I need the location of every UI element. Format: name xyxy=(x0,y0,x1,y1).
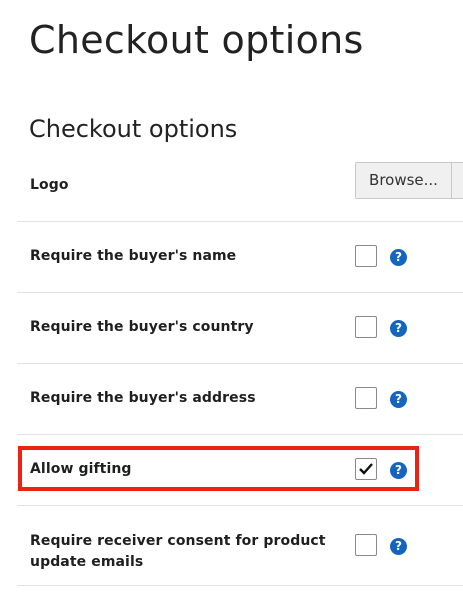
checkmark-icon xyxy=(359,463,373,475)
option-label: Allow gifting xyxy=(30,461,132,477)
page-title: Checkout options xyxy=(29,18,364,62)
help-icon[interactable]: ? xyxy=(390,249,407,266)
option-row-require-name: Require the buyer's name ? xyxy=(17,222,463,293)
option-label: Require the buyer's address xyxy=(30,390,256,406)
logo-row: Logo Browse... xyxy=(17,152,463,222)
section-title: Checkout options xyxy=(29,115,238,143)
help-icon[interactable]: ? xyxy=(390,320,407,337)
option-label: Require the buyer's country xyxy=(30,319,254,335)
require-name-checkbox[interactable] xyxy=(355,245,377,267)
option-row-require-country: Require the buyer's country ? xyxy=(17,293,463,364)
browse-button[interactable]: Browse... xyxy=(356,163,452,198)
logo-file-input[interactable]: Browse... xyxy=(355,162,463,199)
option-row-require-address: Require the buyer's address ? xyxy=(17,364,463,435)
receiver-consent-checkbox[interactable] xyxy=(355,534,377,556)
help-icon[interactable]: ? xyxy=(390,462,407,479)
require-country-checkbox[interactable] xyxy=(355,316,377,338)
logo-label: Logo xyxy=(30,177,69,193)
require-address-checkbox[interactable] xyxy=(355,387,377,409)
option-row-allow-gifting: Allow gifting ? xyxy=(17,435,463,506)
help-icon[interactable]: ? xyxy=(390,538,407,555)
option-row-receiver-consent: Require receiver consent for product upd… xyxy=(17,506,463,586)
help-icon[interactable]: ? xyxy=(390,391,407,408)
allow-gifting-checkbox[interactable] xyxy=(355,458,377,480)
option-label: Require receiver consent for product upd… xyxy=(30,533,326,570)
option-label: Require the buyer's name xyxy=(30,248,237,264)
